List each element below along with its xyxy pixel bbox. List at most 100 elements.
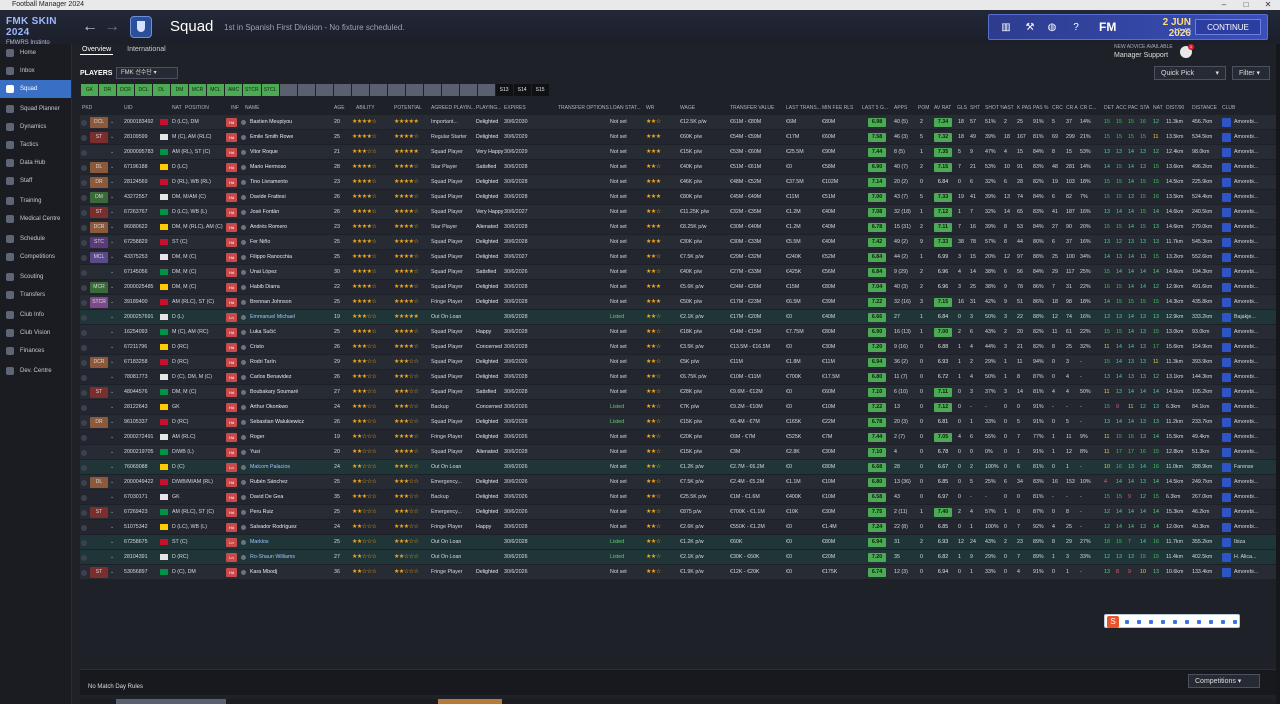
column-header[interactable]: GLS <box>957 105 967 111</box>
forward-arrow-icon[interactable]: → <box>104 18 120 36</box>
chevron-down-icon[interactable]: ⌄ <box>110 535 114 550</box>
position-filter[interactable]: S13 <box>495 84 513 96</box>
pkd-badge[interactable] <box>90 447 108 458</box>
chevron-down-icon[interactable]: ⌄ <box>110 205 114 220</box>
pkd-badge[interactable]: DCR <box>90 222 108 233</box>
player-name[interactable]: Bastien Meupiyou <box>250 115 292 130</box>
row-select[interactable] <box>81 135 87 141</box>
club-cell[interactable]: Amorebi... <box>1234 280 1258 295</box>
row-select[interactable] <box>81 540 87 546</box>
club-cell[interactable]: Amorebi... <box>1234 205 1258 220</box>
chevron-down-icon[interactable]: ⌄ <box>110 175 114 190</box>
position-filter[interactable] <box>477 84 495 96</box>
table-row[interactable]: DL ⌄ 2000049422 D/WB/M/AM (RL) Hd Rubén Sánch… <box>80 475 1280 490</box>
position-filter[interactable]: GK <box>81 84 98 96</box>
player-name[interactable]: Filippo Ranocchia <box>250 250 292 265</box>
chevron-down-icon[interactable]: ⌄ <box>110 520 114 535</box>
column-header[interactable]: K PAS <box>1017 105 1031 111</box>
column-header[interactable]: NAME <box>245 105 259 111</box>
tab-overview[interactable]: Overview <box>80 45 114 55</box>
chevron-down-icon[interactable]: ⌄ <box>110 445 114 460</box>
chevron-down-icon[interactable]: ⌄ <box>110 235 114 250</box>
chevron-down-icon[interactable]: ⌄ <box>110 145 114 160</box>
column-header[interactable]: LOAN STAT... <box>610 105 641 111</box>
manager-support-link[interactable]: Manager Support <box>1114 52 1168 59</box>
table-row[interactable]: ⌄ 67145056 DM, M (C) Hd Unai López 30 ★★★★☆ ★★★… <box>80 265 1280 280</box>
position-filter[interactable] <box>315 84 333 96</box>
pkd-badge[interactable]: ST <box>90 207 108 218</box>
column-header[interactable]: POTENTIAL <box>394 105 422 111</box>
sidebar-item-dev-centre[interactable]: Dev. Centre <box>0 362 71 380</box>
pkd-badge[interactable] <box>90 267 108 278</box>
column-header[interactable]: INF <box>231 105 239 111</box>
player-name[interactable]: Habib Diarra <box>250 280 280 295</box>
pkd-badge[interactable] <box>90 432 108 443</box>
row-select[interactable] <box>81 465 87 471</box>
position-filter[interactable] <box>333 84 351 96</box>
minimize-icon[interactable]: – <box>1214 0 1234 10</box>
player-name[interactable]: Andrés Romero <box>250 220 287 235</box>
sidebar-item-schedule[interactable]: Schedule <box>0 230 71 248</box>
column-header[interactable]: POM <box>918 105 929 111</box>
player-name[interactable]: Mario Hermoso <box>250 160 286 175</box>
club-cell[interactable]: Amorebi... <box>1234 265 1258 280</box>
sidebar-item-inbox[interactable]: Inbox <box>0 62 71 80</box>
column-header[interactable]: UID <box>124 105 133 111</box>
chevron-down-icon[interactable]: ⌄ <box>110 385 114 400</box>
table-row[interactable]: MCR ⌄ 2000025485 DM, M (C) Hd Habib Diarra 22 ★… <box>80 280 1280 295</box>
column-header[interactable]: EXPIRES <box>504 105 526 111</box>
sidebar-item-staff[interactable]: Staff <box>0 172 71 190</box>
column-header[interactable]: PAS % <box>1033 105 1048 111</box>
club-cell[interactable]: Amorebi... <box>1234 145 1258 160</box>
pkd-badge[interactable] <box>90 522 108 533</box>
table-row[interactable]: DCR ⌄ 67183258 D (RC) Hd Rodri Tarín 29 ★★★☆☆ ★★… <box>80 355 1280 370</box>
sidebar-item-dynamics[interactable]: Dynamics <box>0 118 71 136</box>
position-filter[interactable] <box>387 84 405 96</box>
player-name[interactable]: David De Gea <box>250 490 283 505</box>
position-filter[interactable]: DCR <box>117 84 134 96</box>
chevron-down-icon[interactable]: ⌄ <box>110 190 114 205</box>
row-select[interactable] <box>81 120 87 126</box>
column-header[interactable]: PAC <box>1128 105 1138 111</box>
view-dropdown[interactable]: FMK 선수단 ▾ <box>116 67 178 79</box>
pkd-badge[interactable]: DCR <box>90 357 108 368</box>
row-select[interactable] <box>81 510 87 516</box>
position-filter[interactable] <box>297 84 315 96</box>
sidebar-item-squad-planner[interactable]: Squad Planner <box>0 100 71 118</box>
column-header[interactable]: POSITION <box>185 105 209 111</box>
chevron-down-icon[interactable]: ⌄ <box>110 250 114 265</box>
position-filter[interactable] <box>279 84 297 96</box>
player-name[interactable]: José Fontán <box>250 205 279 220</box>
table-row[interactable]: ⌄ 2000219705 D/WB (L) Hd Yusi 20 ★★☆☆☆ ★★★★☆ Squ… <box>80 445 1280 460</box>
pkd-badge[interactable]: MCL <box>90 252 108 263</box>
position-filter[interactable] <box>369 84 387 96</box>
club-cell[interactable]: Amorebi... <box>1234 565 1258 580</box>
table-row[interactable]: ST ⌄ 67269423 AM (RLC), ST (C) Hd Peru Ruiz 25… <box>80 505 1280 520</box>
club-cell[interactable]: Bajakje... <box>1234 310 1256 325</box>
chevron-down-icon[interactable]: ⌄ <box>110 475 114 490</box>
column-header[interactable]: DISTANCE <box>1192 105 1217 111</box>
chevron-down-icon[interactable]: ⌄ <box>110 550 114 565</box>
table-row[interactable]: MCL ⌄ 43375253 DM, M (C) Hd Filippo Ranocchia… <box>80 250 1280 265</box>
chevron-down-icon[interactable]: ⌄ <box>110 220 114 235</box>
club-cell[interactable]: Amorebi... <box>1234 340 1258 355</box>
table-row[interactable]: ST ⌄ 53056897 D (C), DM Hd Kara Mbodj 36 ★★☆☆☆ ★… <box>80 565 1280 580</box>
column-header[interactable]: APPS <box>894 105 907 111</box>
scrollbar-thumb[interactable] <box>116 699 226 704</box>
pkd-badge[interactable]: ST <box>90 567 108 578</box>
player-name[interactable]: Malcom Palacios <box>250 460 290 475</box>
player-name[interactable]: Marklos <box>250 535 269 550</box>
row-select[interactable] <box>81 570 87 576</box>
sidebar-item-data-hub[interactable]: Data Hub <box>0 154 71 172</box>
table-row[interactable]: ST ⌄ 48044576 DM, M (C) Hd Boubakary Soumaré 2… <box>80 385 1280 400</box>
chevron-down-icon[interactable]: ⌄ <box>110 415 114 430</box>
chevron-down-icon[interactable]: ⌄ <box>110 280 114 295</box>
table-row[interactable]: STCR ⌄ 39189400 AM (RLC), ST (C) Hd Brennan J… <box>80 295 1280 310</box>
row-select[interactable] <box>81 480 87 486</box>
column-header[interactable]: CLUB <box>1222 105 1235 111</box>
pkd-badge[interactable]: DCL <box>90 117 108 128</box>
column-header[interactable]: CRC <box>1052 105 1063 111</box>
club-cell[interactable]: Amorebi... <box>1234 130 1258 145</box>
club-cell[interactable]: Amorebi... <box>1234 175 1258 190</box>
position-filter[interactable]: DM <box>171 84 188 96</box>
